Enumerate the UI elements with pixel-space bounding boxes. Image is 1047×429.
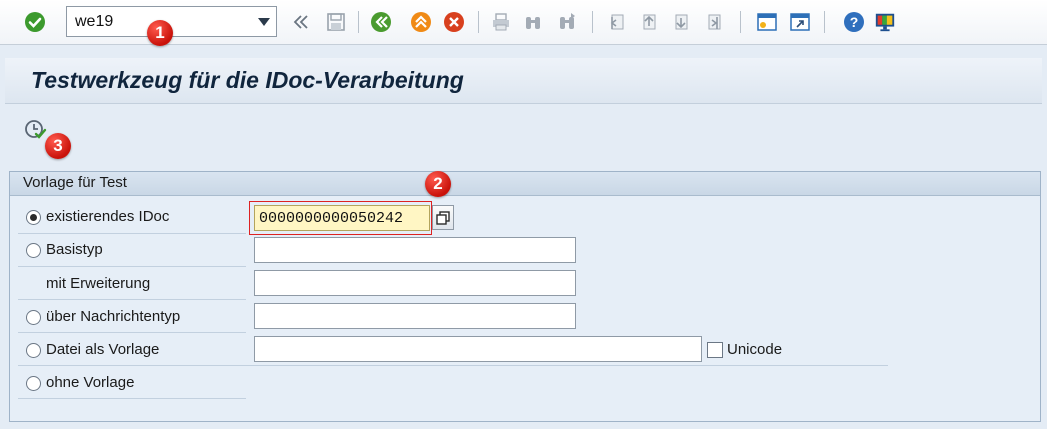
label-unicode: Unicode [727, 341, 783, 358]
group-title: Vorlage für Test [23, 174, 127, 191]
create-shortcut-icon[interactable] [789, 11, 811, 33]
callout-badge-2: 2 [425, 171, 451, 197]
label-datei: Datei als Vorlage [46, 341, 160, 358]
title-bar: Testwerkzeug für die IDoc-Verarbeitung [5, 58, 1042, 104]
label-basistyp: Basistyp [46, 241, 103, 258]
execute-icon[interactable] [23, 118, 47, 142]
copy-icon [436, 210, 450, 225]
datei-input[interactable] [254, 336, 702, 362]
help-icon[interactable]: ? [843, 11, 865, 33]
group-header: Vorlage für Test [10, 172, 1040, 196]
exit-icon[interactable] [410, 11, 432, 33]
previous-page-icon[interactable] [637, 11, 659, 33]
nachrichtentyp-input[interactable] [254, 303, 576, 329]
label-existing-idoc: existierendes IDoc [46, 208, 170, 225]
callout-badge-3: 3 [45, 133, 71, 159]
radio-ohne-vorlage[interactable] [26, 376, 41, 391]
callout-badge-1: 1 [147, 20, 173, 46]
find-next-icon[interactable] [556, 11, 578, 33]
enter-icon[interactable] [24, 11, 46, 33]
radio-existing-idoc[interactable] [26, 210, 41, 225]
existing-idoc-input[interactable] [254, 205, 430, 231]
save-icon[interactable] [325, 11, 347, 33]
print-icon[interactable] [490, 11, 512, 33]
label-erweiterung: mit Erweiterung [46, 275, 151, 292]
command-dropdown-icon[interactable] [252, 7, 276, 36]
next-page-icon[interactable] [669, 11, 691, 33]
last-page-icon[interactable] [702, 11, 724, 33]
radio-nachrichtentyp[interactable] [26, 310, 41, 325]
svg-text:?: ? [850, 14, 859, 30]
basistyp-input[interactable] [254, 237, 576, 263]
label-ohne-vorlage: ohne Vorlage [46, 374, 135, 391]
radio-datei[interactable] [26, 343, 41, 358]
page-title: Testwerkzeug für die IDoc-Verarbeitung [31, 67, 464, 93]
find-icon[interactable] [522, 11, 544, 33]
radio-basistyp[interactable] [26, 243, 41, 258]
create-session-icon[interactable] [756, 11, 778, 33]
unicode-checkbox[interactable] [707, 342, 723, 358]
collapse-icon[interactable] [290, 11, 312, 33]
back-icon[interactable] [370, 11, 392, 33]
erweiterung-input[interactable] [254, 270, 576, 296]
label-nachrichtentyp: über Nachrichtentyp [46, 308, 181, 325]
customize-layout-icon[interactable] [874, 11, 896, 33]
value-help-button[interactable] [432, 205, 454, 230]
application-toolbar [5, 104, 1042, 160]
first-page-icon[interactable] [605, 11, 627, 33]
cancel-icon[interactable] [443, 11, 465, 33]
